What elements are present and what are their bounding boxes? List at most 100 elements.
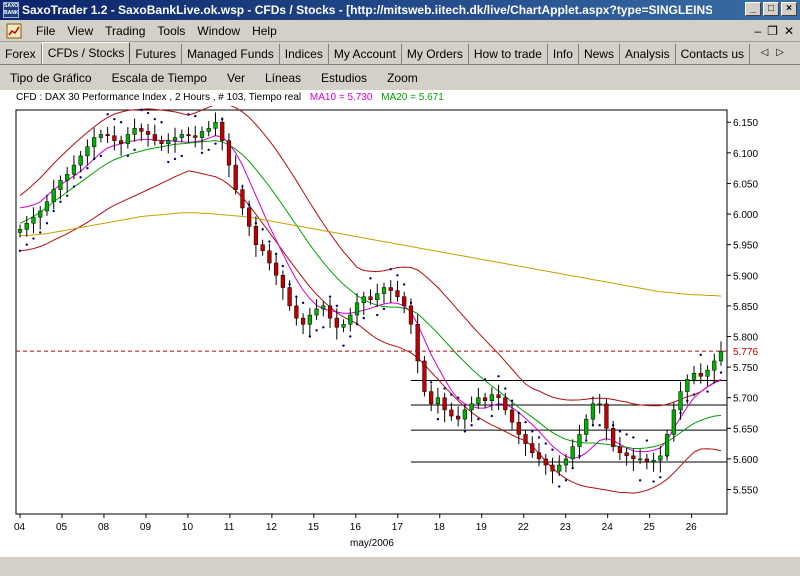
candle-body <box>334 317 339 328</box>
candle-body <box>118 140 124 144</box>
sar-dot <box>268 240 271 243</box>
menu-tools[interactable]: Tools <box>151 24 191 38</box>
tab-how-to-trade[interactable]: How to trade <box>469 44 548 64</box>
candle-body <box>267 250 272 264</box>
maximize-button[interactable]: □ <box>763 2 779 16</box>
candle-body <box>503 397 508 411</box>
sar-dot <box>194 114 197 118</box>
sar-dot <box>79 176 82 179</box>
minimize-button[interactable]: _ <box>745 2 761 16</box>
sar-dot <box>214 142 217 145</box>
x-tick-label: 24 <box>602 522 614 533</box>
sar-dot <box>558 485 561 488</box>
sar-dot <box>207 148 210 151</box>
mdi-minimize-icon[interactable]: – <box>754 24 761 38</box>
sar-dot <box>99 154 103 158</box>
candle-body <box>280 275 285 288</box>
sar-dot <box>544 442 547 445</box>
candle-body <box>691 372 697 380</box>
x-tick-label: 09 <box>140 522 152 533</box>
candle-body <box>341 323 346 328</box>
candle-body <box>24 222 29 230</box>
price-chart[interactable]: 6.150 6.100 6.050 6.000 5.950 5.900 5.850 5.800… <box>0 106 800 556</box>
y-tick-label: 5.700 <box>733 394 758 405</box>
current-price-label: 5.776 <box>733 347 758 358</box>
candle-body <box>31 216 36 224</box>
x-tick-label: 08 <box>98 522 110 533</box>
y-tick-label: 6.050 <box>733 179 758 190</box>
sar-dot <box>126 154 130 158</box>
sar-dot <box>113 117 116 121</box>
chart-area[interactable]: 6.150 6.100 6.050 6.000 5.950 5.900 5.850 5.800… <box>0 106 800 556</box>
menu-help[interactable]: Help <box>246 24 283 38</box>
x-tick-label: 04 <box>14 522 26 533</box>
candle-body <box>536 452 542 460</box>
tab-scroll-right-icon[interactable]: ▷ <box>776 47 792 58</box>
candle-body <box>375 293 380 301</box>
candle-body <box>307 314 312 325</box>
x-tick-label: 22 <box>518 522 530 533</box>
candle-body <box>429 391 434 405</box>
x-tick-label: 19 <box>476 522 488 533</box>
menu-chart-type[interactable]: Tipo de Gráfico <box>0 71 102 85</box>
menu-view[interactable]: View <box>61 24 99 38</box>
candle-body <box>361 296 366 304</box>
sar-dot <box>598 424 601 427</box>
candle-body <box>698 372 703 377</box>
tab-my-account[interactable]: My Account <box>329 44 402 64</box>
y-tick-label: 5.650 <box>733 424 758 435</box>
sar-dot <box>389 267 392 271</box>
x-tick-label: 18 <box>434 522 446 533</box>
y-tick-label: 6.000 <box>733 210 758 221</box>
document-chart-icon[interactable] <box>6 23 24 39</box>
tab-news[interactable]: News <box>579 44 620 64</box>
sar-dot <box>52 209 55 213</box>
candle-body <box>139 128 144 132</box>
candle-body <box>274 262 279 276</box>
menu-zoom[interactable]: Zoom <box>377 71 428 85</box>
menu-trading[interactable]: Trading <box>99 24 151 38</box>
sar-dot <box>625 433 628 436</box>
candle-body <box>354 302 360 316</box>
candle-body <box>584 418 589 435</box>
tab-scroll-left-icon[interactable]: ◁ <box>761 47 777 58</box>
close-button[interactable]: × <box>781 2 797 16</box>
tab-info[interactable]: Info <box>548 44 579 64</box>
sar-dot <box>369 277 372 280</box>
tab-futures[interactable]: Futures <box>130 44 183 64</box>
menu-chart-view[interactable]: Ver <box>217 71 255 85</box>
candle-body <box>651 459 656 463</box>
candle-body <box>166 140 171 144</box>
menu-lines[interactable]: Líneas <box>255 71 311 85</box>
candle-body <box>590 403 596 420</box>
candle-body <box>496 394 501 398</box>
mdi-close-icon[interactable]: ✕ <box>784 24 794 38</box>
candle-body <box>98 134 103 138</box>
menu-time-scale[interactable]: Escala de Tiempo <box>102 71 217 85</box>
sar-dot <box>261 228 264 231</box>
candle-body <box>71 164 77 175</box>
candle-body <box>220 121 225 141</box>
menu-studies[interactable]: Estudios <box>311 71 377 85</box>
sar-dot <box>376 313 379 317</box>
candle-body <box>368 296 373 301</box>
candle-body <box>415 323 420 362</box>
candle-body <box>348 314 353 325</box>
menu-window[interactable]: Window <box>191 24 246 38</box>
menu-bar: File View Trading Tools Window Help – ❐ … <box>0 20 800 42</box>
mdi-restore-icon[interactable]: ❐ <box>767 24 778 38</box>
tab-contacts-us[interactable]: Contacts us <box>676 44 751 64</box>
sar-dot <box>504 387 507 390</box>
tab-my-orders[interactable]: My Orders <box>402 44 469 64</box>
tab-managed-funds[interactable]: Managed Funds <box>182 44 280 64</box>
candle-body <box>456 415 461 420</box>
sar-dot <box>153 117 157 121</box>
menu-file[interactable]: File <box>30 24 61 38</box>
tab-indices[interactable]: Indices <box>280 44 329 64</box>
candle-body <box>523 434 528 444</box>
tab-analysis[interactable]: Analysis <box>620 44 676 64</box>
tab-forex[interactable]: Forex <box>0 44 42 64</box>
tab-cfds-stocks[interactable]: CFDs / Stocks <box>41 42 131 64</box>
sar-dot <box>45 222 49 225</box>
candle-body <box>705 369 710 377</box>
